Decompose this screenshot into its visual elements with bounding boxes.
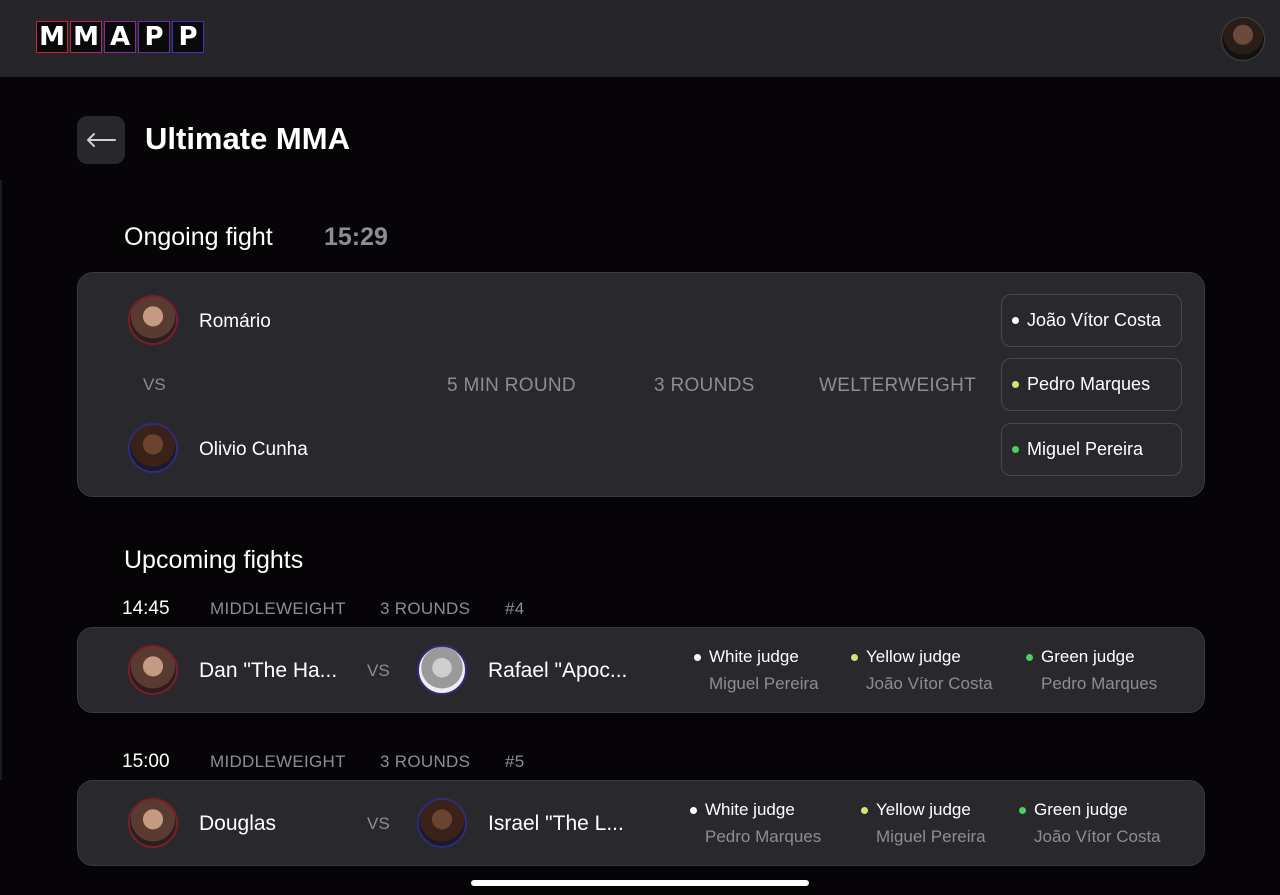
- logo-letter: P: [172, 21, 204, 53]
- judge-name: Pedro Marques: [1041, 674, 1158, 693]
- logo-letter: M: [70, 21, 102, 53]
- fighter-1-name: Douglas: [199, 812, 277, 835]
- fight-number: #5: [505, 752, 525, 771]
- app-logo[interactable]: M M A P P: [36, 21, 206, 53]
- judge-name: João Vítor Costa: [1027, 310, 1162, 330]
- upcoming-section-title: Upcoming fights: [124, 546, 304, 574]
- fight-time: 15:00: [122, 751, 170, 772]
- fight-weight-class: MIDDLEWEIGHT: [210, 752, 346, 771]
- judge-yellow: Yellow judge Miguel Pereira: [861, 799, 986, 847]
- judge-role: Yellow judge: [866, 647, 961, 666]
- upcoming-fight-card[interactable]: Dan "The Ha... VS Rafael "Apoc... White …: [77, 627, 1205, 713]
- fighter-2-name: Rafael "Apoc...: [488, 659, 628, 682]
- logo-letter: A: [104, 21, 136, 53]
- fighter-1-name: Dan "The Ha...: [199, 659, 338, 682]
- arrow-left-icon: [87, 133, 116, 147]
- fighter-avatar: [417, 798, 467, 848]
- fighter-avatar: [128, 295, 178, 345]
- logo-letter: P: [138, 21, 170, 53]
- judge-name: Pedro Marques: [705, 827, 822, 846]
- judge-role: White judge: [709, 647, 799, 666]
- judge-white: White judge Pedro Marques: [690, 799, 821, 847]
- logo-letter: M: [36, 21, 68, 53]
- white-dot-icon: [1012, 317, 1019, 324]
- fight-number: #4: [505, 599, 525, 618]
- vs-label: VS: [367, 661, 390, 680]
- round-count: 3 ROUNDS: [654, 375, 755, 396]
- judge-role: White judge: [705, 800, 795, 819]
- user-avatar[interactable]: [1221, 17, 1265, 61]
- vs-label: VS: [367, 814, 390, 833]
- green-dot-icon: [1019, 806, 1026, 814]
- green-dot-icon: [1012, 446, 1019, 453]
- fight-weight-class: MIDDLEWEIGHT: [210, 599, 346, 618]
- fighter-avatar: [128, 423, 178, 473]
- judge-role: Green judge: [1034, 800, 1128, 819]
- judge-name: João Vítor Costa: [1034, 827, 1161, 846]
- side-divider: [0, 180, 2, 780]
- yellow-dot-icon: [851, 653, 858, 661]
- fight-rounds: 3 ROUNDS: [380, 752, 471, 771]
- judge-name: Miguel Pereira: [1027, 439, 1144, 459]
- back-button[interactable]: [77, 116, 125, 164]
- fighter-1-name: Romário: [199, 311, 271, 332]
- judge-role: Green judge: [1041, 647, 1135, 666]
- fight-rounds: 3 ROUNDS: [380, 599, 471, 618]
- green-dot-icon: [1026, 653, 1033, 661]
- judge-white: White judge Miguel Pereira: [694, 646, 819, 694]
- white-dot-icon: [694, 653, 701, 661]
- judge-name: Pedro Marques: [1027, 374, 1151, 394]
- judge-green: Green judge Pedro Marques: [1026, 646, 1157, 694]
- judge-green: Green judge João Vítor Costa: [1019, 799, 1161, 847]
- vs-label: VS: [143, 375, 166, 394]
- judge-yellow: Yellow judge João Vítor Costa: [851, 646, 993, 694]
- judge-name: João Vítor Costa: [866, 674, 993, 693]
- yellow-dot-icon: [861, 806, 868, 814]
- weight-class: WELTERWEIGHT: [819, 375, 977, 396]
- fighter-2-name: Israel "The L...: [488, 812, 624, 835]
- judge-name: Miguel Pereira: [876, 827, 986, 846]
- ongoing-section-title: Ongoing fight: [124, 223, 273, 251]
- fight-time: 14:45: [122, 598, 170, 619]
- judge-chip-white[interactable]: João Vítor Costa: [1001, 294, 1182, 347]
- judge-chip-green[interactable]: Miguel Pereira: [1001, 423, 1182, 476]
- judge-name: Miguel Pereira: [709, 674, 819, 693]
- fighter-2-name: Olivio Cunha: [199, 439, 308, 460]
- home-indicator: [471, 880, 809, 886]
- judge-chip-yellow[interactable]: Pedro Marques: [1001, 358, 1182, 411]
- fighter-avatar: [128, 798, 178, 848]
- fighter-avatar: [128, 645, 178, 695]
- white-dot-icon: [690, 806, 697, 814]
- yellow-dot-icon: [1012, 381, 1019, 388]
- page-title: Ultimate MMA: [145, 121, 350, 156]
- top-bar: M M A P P: [0, 0, 1280, 77]
- fighter-avatar: [417, 645, 467, 695]
- round-length: 5 MIN ROUND: [447, 375, 576, 396]
- judge-role: Yellow judge: [876, 800, 971, 819]
- ongoing-timer: 15:29: [324, 223, 388, 251]
- upcoming-fight-card[interactable]: Douglas VS Israel "The L... White judge …: [77, 780, 1205, 866]
